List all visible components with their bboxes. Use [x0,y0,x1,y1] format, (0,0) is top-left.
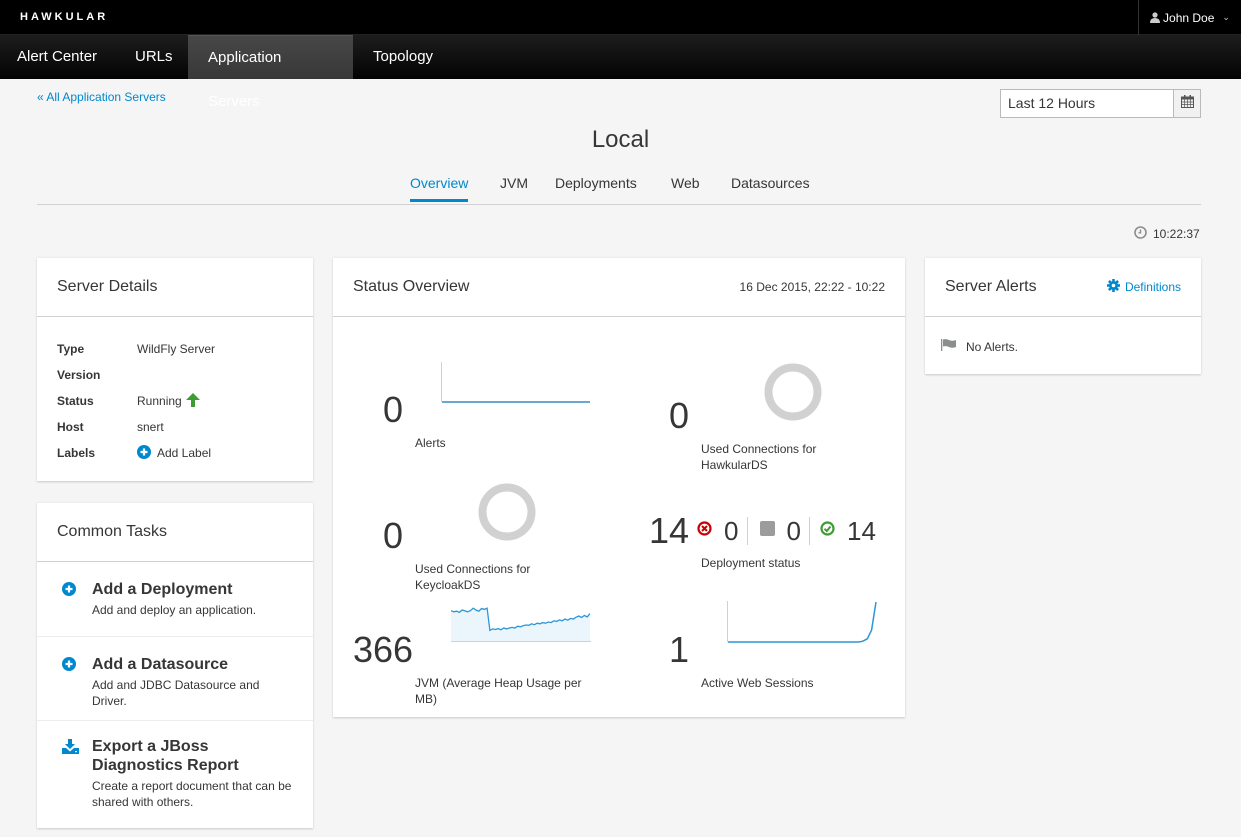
nav-urls[interactable]: URLs [118,35,190,79]
main-nav: Alert Center URLs Application Servers To… [0,35,1241,110]
server-tabs: Overview JVM Deployments Web Datasources [37,170,1201,205]
status-overview-range: 16 Dec 2015, 22:22 - 10:22 [739,280,885,294]
deployment-status-label: Deployment status [701,556,801,570]
sparkline-area [451,608,590,642]
tab-deployments[interactable]: Deployments [555,175,637,201]
time-range-picker[interactable]: Last 12 Hours [1000,89,1201,118]
keycloak-ds-donut[interactable] [478,483,536,541]
calendar-button[interactable] [1173,90,1200,117]
user-menu[interactable]: John Doe ⌄ [1138,0,1241,35]
web-sessions-sparkline[interactable] [727,601,877,645]
hawkular-ds-label: Used Connections for HawkularDS [701,442,817,472]
plus-circle-icon [62,655,92,720]
time-range-value[interactable]: Last 12 Hours [1001,90,1173,117]
alerts-count: 0 [383,389,404,430]
detail-key: Host [57,420,84,434]
add-label-link[interactable]: Add Label [137,444,212,462]
task-export-jdr[interactable]: Export a JBoss Diagnostics Report Create… [37,721,313,828]
detail-key: Type [57,342,85,356]
alerts-label: Alerts [415,436,446,450]
arrow-up-icon [185,392,200,410]
task-description: Create a report document that can be sha… [92,779,292,809]
detail-value: snert [137,420,164,434]
plus-circle-icon [137,444,151,462]
chevron-down-icon: ⌄ [1222,12,1230,22]
deployment-status: 14 0 0 14 [649,510,876,552]
server-alerts-card: Server Alerts Definitions No Alerts. [925,257,1201,374]
last-refresh-clock: 10:22:37 [1134,226,1200,242]
definitions-link[interactable]: Definitions [1106,279,1181,295]
error-circle-icon [697,521,712,541]
tab-overview[interactable]: Overview [410,175,469,202]
calendar-icon [1180,94,1194,113]
task-title: Export a JBoss Diagnostics Report [92,738,239,774]
status-value: Running [137,394,182,408]
sparkline-line [728,601,877,643]
detail-key: Status [57,394,94,408]
deployment-stopped-count: 0 [786,515,801,546]
check-circle-icon [820,521,835,541]
detail-row-labels: Labels Add Label [57,440,293,466]
top-bar: HAWKULAR John Doe ⌄ [0,0,1241,35]
jvm-heap-sparkline[interactable] [451,600,591,642]
flag-icon [941,339,956,354]
definitions-text: Definitions [1124,280,1181,294]
detail-row-status: Status Running [57,388,293,414]
user-name: John Doe [1163,10,1215,25]
keycloak-ds-count: 0 [383,515,404,556]
keycloak-ds-label: Used Connections for KeycloakDS [415,562,531,592]
nav-application-servers[interactable]: Application Servers [188,35,353,110]
web-sessions-label: Active Web Sessions [701,676,814,690]
task-description: Add and JDBC Datasource and Driver. [92,678,260,708]
detail-row-host: Host snert [57,414,293,440]
deployment-total: 14 [649,510,690,551]
hawkular-ds-count: 0 [669,395,690,436]
deployment-failed-count: 0 [724,515,739,546]
detail-key: Labels [57,446,96,460]
hawkular-ds-donut[interactable] [764,363,822,421]
nav-alert-center[interactable]: Alert Center [0,35,114,79]
nav-topology[interactable]: Topology [356,35,450,79]
user-icon [1150,12,1161,23]
detail-value: WildFly Server [137,342,216,356]
tab-web[interactable]: Web [671,175,700,201]
alerts-sparkline[interactable] [441,362,591,406]
tab-datasources[interactable]: Datasources [731,175,810,201]
web-sessions-count: 1 [669,629,690,670]
task-title: Add a Deployment [92,581,233,598]
no-alerts-message: No Alerts. [925,317,1201,376]
detail-row-version: Version [57,362,293,388]
gear-icon [1106,279,1120,295]
task-title: Add a Datasource [92,656,229,673]
breadcrumb-all-app-servers[interactable]: « All Application Servers [37,90,166,104]
download-icon [62,737,92,828]
no-alerts-text: No Alerts. [966,339,1019,354]
task-description: Add and deploy an application. [92,603,257,617]
jvm-heap-value: 366 [353,629,414,670]
status-overview-title: Status Overview [353,278,470,295]
page-title: Local [591,126,650,153]
stopped-square-icon [759,521,775,541]
clock-icon [1134,226,1147,242]
deployment-ok-count: 14 [846,515,876,546]
plus-circle-icon [62,580,92,636]
server-details-title: Server Details [57,278,158,295]
add-label-text: Add Label [157,446,212,460]
brand-logo[interactable]: HAWKULAR [20,11,108,23]
server-details-card: Server Details Type WildFly Server Versi… [37,257,313,481]
common-tasks-title: Common Tasks [57,523,167,540]
task-add-deployment[interactable]: Add a Deployment Add and deploy an appli… [37,562,313,637]
jvm-heap-label: JVM (Average Heap Usage per MB) [415,676,582,706]
status-overview-card: Status Overview 16 Dec 2015, 22:22 - 10:… [333,257,905,717]
tab-jvm[interactable]: JVM [500,175,528,201]
server-alerts-title: Server Alerts [945,278,1037,295]
detail-row-type: Type WildFly Server [57,336,293,362]
common-tasks-card: Common Tasks Add a Deployment Add and de… [37,502,313,828]
clock-time: 10:22:37 [1153,227,1200,241]
detail-key: Version [57,368,101,382]
task-add-datasource[interactable]: Add a Datasource Add and JDBC Datasource… [37,637,313,721]
